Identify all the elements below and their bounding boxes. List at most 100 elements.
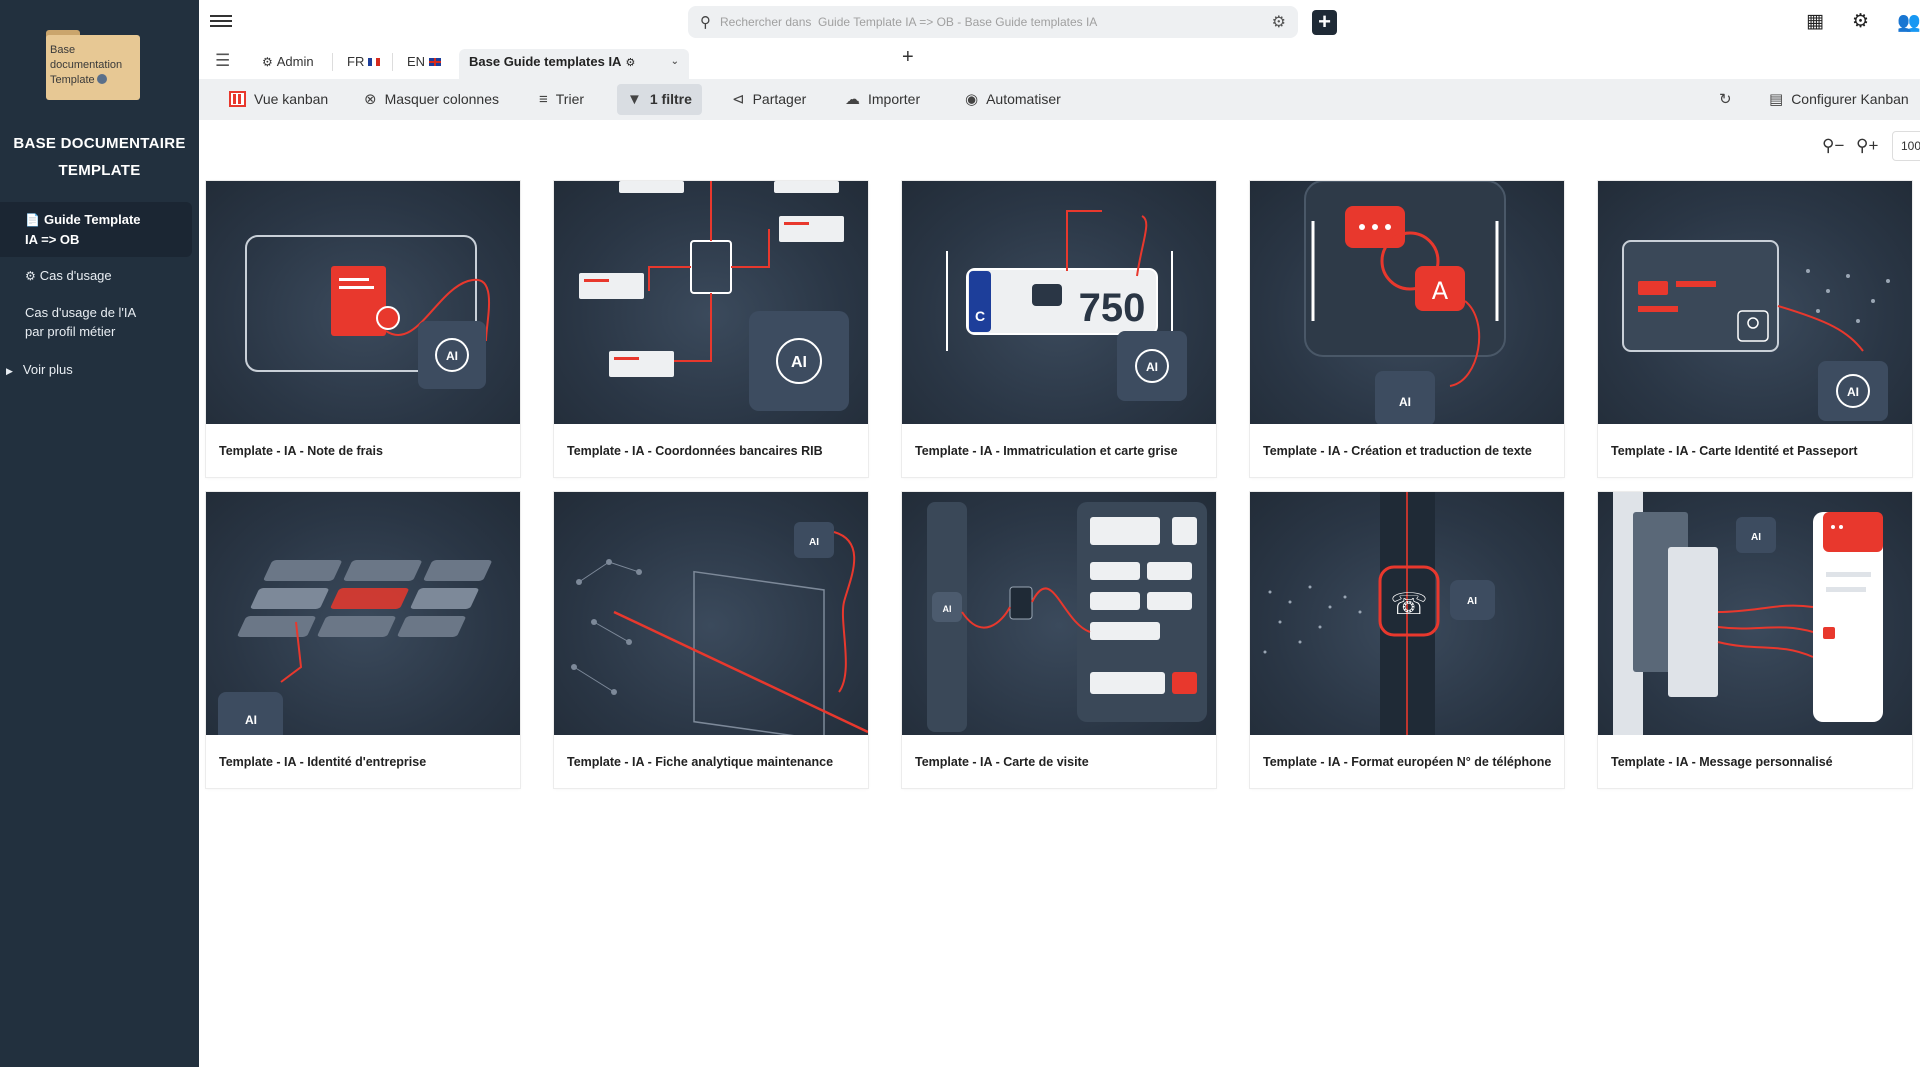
sidebar-item-cas-usage-profil[interactable]: Cas d'usage de l'IA par profil métier bbox=[0, 303, 192, 341]
button-label: Masquer colonnes bbox=[384, 91, 499, 107]
card-thumbnail: C 750 AI bbox=[902, 181, 1216, 424]
base-logo-folder[interactable]: Base documentation Template bbox=[46, 30, 140, 100]
sliders-icon[interactable]: ☰ bbox=[215, 51, 230, 71]
base-title-line: BASE DOCUMENTAIRE bbox=[13, 135, 186, 152]
filter-funnel-icon: ▼ bbox=[627, 91, 642, 108]
card-fiche-analytique[interactable]: AI Template - IA - Fiche analytique main… bbox=[554, 492, 868, 788]
filter-button[interactable]: ▼ 1 filtre bbox=[617, 84, 702, 115]
card-title: Template - IA - Format européen N° de té… bbox=[1263, 755, 1552, 769]
svg-text:☏: ☏ bbox=[1390, 587, 1428, 622]
button-label: Configurer Kanban bbox=[1791, 91, 1909, 107]
sidebar-item-voir-plus[interactable]: ▶ Voir plus bbox=[0, 360, 192, 381]
zoom-in-icon[interactable]: ⚲+ bbox=[1856, 136, 1878, 156]
license-plate-illustration: C 750 AI bbox=[946, 210, 1187, 401]
logo-line: Base bbox=[50, 44, 76, 56]
tab-label: Base Guide templates IA bbox=[469, 54, 622, 69]
search-settings-gear-icon[interactable]: ⚙ bbox=[1272, 12, 1286, 32]
card-title: Template - IA - Identité d'entreprise bbox=[219, 755, 427, 769]
search-icon: ⚲ bbox=[700, 14, 711, 31]
card-thumbnail: AI bbox=[206, 181, 520, 424]
uk-flag-icon bbox=[429, 58, 442, 66]
card-title: Template - IA - Carte Identité et Passep… bbox=[1611, 444, 1858, 458]
card-carte-de-visite[interactable]: AI Template - IA - Carte de visite bbox=[902, 492, 1216, 788]
svg-text:AI: AI bbox=[1399, 395, 1411, 409]
button-label: Partager bbox=[752, 91, 807, 107]
robot-icon: ⚙ bbox=[625, 57, 636, 69]
configure-kanban-button[interactable]: ▤ Configurer Kanban bbox=[1759, 84, 1919, 115]
sidebar-item-cas-usage[interactable]: ⚙ Cas d'usage bbox=[0, 266, 192, 286]
svg-text:AI: AI bbox=[1751, 532, 1761, 543]
card-immatriculation[interactable]: C 750 AI Template - IA - Immatriculation… bbox=[902, 181, 1216, 477]
document-icon: 📄 bbox=[25, 213, 40, 227]
share-icon: ⊲ bbox=[732, 91, 745, 108]
svg-text:750: 750 bbox=[1079, 286, 1146, 330]
button-label: Trier bbox=[555, 91, 585, 107]
add-button[interactable]: + bbox=[1312, 10, 1337, 35]
card-thumbnail: AI bbox=[206, 492, 520, 735]
card-format-telephone[interactable]: ☏ AI Template - IA - Format européen N° … bbox=[1250, 492, 1564, 788]
card-thumbnail: AI bbox=[554, 492, 868, 735]
caret-right-icon: ▶ bbox=[6, 366, 13, 376]
tab-fr[interactable]: FR bbox=[337, 49, 390, 79]
automate-button[interactable]: ◉ Automatiser bbox=[955, 84, 1071, 115]
kanban-view-button[interactable]: Vue kanban bbox=[219, 84, 338, 115]
svg-text:AI: AI bbox=[809, 537, 819, 548]
base-title-line: TEMPLATE bbox=[58, 162, 141, 179]
share-button[interactable]: ⊲ Partager bbox=[722, 84, 816, 115]
hide-columns-button[interactable]: ⊗ Masquer colonnes bbox=[354, 84, 509, 115]
zoom-out-icon[interactable]: ⚲− bbox=[1822, 136, 1844, 156]
svg-text:AI: AI bbox=[446, 349, 458, 363]
card-title: Template - IA - Carte de visite bbox=[915, 755, 1089, 769]
card-note-de-frais[interactable]: AI Template - IA - Note de frais bbox=[206, 181, 520, 477]
automation-bulb-icon: ◉ bbox=[965, 91, 979, 108]
zoom-level-field[interactable]: 100 bbox=[1892, 131, 1920, 161]
tab-admin[interactable]: ⚙ Admin bbox=[252, 49, 324, 79]
logo-line: documentation bbox=[50, 59, 123, 71]
svg-text:AI: AI bbox=[1847, 385, 1859, 399]
tab-base-guide-templates[interactable]: Base Guide templates IA ⚙ ⌄ bbox=[459, 49, 689, 79]
card-title: Template - IA - Note de frais bbox=[219, 444, 383, 458]
sidebar-item-label: Cas d'usage de l'IA bbox=[25, 305, 137, 320]
card-coordonnees-bancaires[interactable]: AI Template - IA - Coordonnées bancaires… bbox=[554, 181, 868, 477]
base-title: BASE DOCUMENTAIRE TEMPLATE bbox=[0, 130, 199, 184]
france-flag-icon bbox=[368, 58, 381, 66]
users-icon[interactable]: 👥 bbox=[1897, 10, 1920, 34]
logo-line: Template bbox=[50, 73, 136, 88]
configure-board-icon: ▤ bbox=[1769, 91, 1784, 108]
card-title: Template - IA - Immatriculation et carte… bbox=[915, 444, 1178, 458]
card-creation-traduction[interactable]: A AI Template - IA - Création et traduct… bbox=[1250, 181, 1564, 477]
card-carte-identite-passeport[interactable]: AI Template - IA - Carte Identité et Pas… bbox=[1598, 181, 1912, 477]
sidebar-item-guide-template[interactable]: 📄 Guide Template IA => OB bbox=[0, 202, 192, 257]
toolbar: Vue kanban ⊗ Masquer colonnes ≡ Trier ▼ 1 f… bbox=[199, 79, 1920, 120]
tab-label: Admin bbox=[276, 54, 314, 69]
maintenance-schematic-illustration: AI bbox=[571, 522, 868, 735]
table-view-icon[interactable]: ▦ bbox=[1806, 10, 1824, 33]
phone-format-illustration: ☏ AI bbox=[1263, 492, 1495, 735]
add-tab-button[interactable]: + bbox=[902, 46, 914, 69]
button-label: Importer bbox=[868, 91, 921, 107]
card-thumbnail: AI bbox=[1598, 181, 1912, 424]
card-thumbnail: AI bbox=[554, 181, 868, 424]
kanban-icon bbox=[229, 91, 246, 107]
hamburger-menu-icon[interactable] bbox=[210, 12, 232, 32]
card-message-personnalise[interactable]: AI Template - IA - Message personnalisé bbox=[1598, 492, 1912, 788]
card-thumbnail: A AI bbox=[1250, 181, 1564, 424]
folder-body: Base documentation Template bbox=[46, 35, 140, 100]
tab-label: EN bbox=[407, 54, 426, 69]
svg-text:A: A bbox=[1432, 277, 1449, 305]
import-button[interactable]: ☁ Importer bbox=[835, 84, 930, 115]
search-input[interactable] bbox=[720, 6, 1250, 38]
card-identite-entreprise[interactable]: AI Template - IA - Identité d'entreprise bbox=[206, 492, 520, 788]
sort-button[interactable]: ≡ Trier bbox=[529, 84, 594, 115]
card-title: Template - IA - Fiche analytique mainten… bbox=[567, 755, 834, 769]
chevron-down-icon[interactable]: ⌄ bbox=[671, 49, 679, 75]
cloud-upload-icon: ☁ bbox=[845, 91, 860, 108]
gear-icon: ⚙ bbox=[262, 55, 273, 69]
tab-en[interactable]: EN bbox=[397, 49, 451, 79]
svg-text:AI: AI bbox=[245, 713, 257, 727]
search-bar[interactable]: ⚲ ⚙ bbox=[688, 6, 1298, 38]
svg-text:C: C bbox=[975, 308, 985, 324]
refresh-button[interactable]: ↻ bbox=[1709, 84, 1742, 115]
settings-gear-icon[interactable]: ⚙ bbox=[1852, 10, 1869, 33]
sidebar-item-label: par profil métier bbox=[25, 324, 116, 339]
